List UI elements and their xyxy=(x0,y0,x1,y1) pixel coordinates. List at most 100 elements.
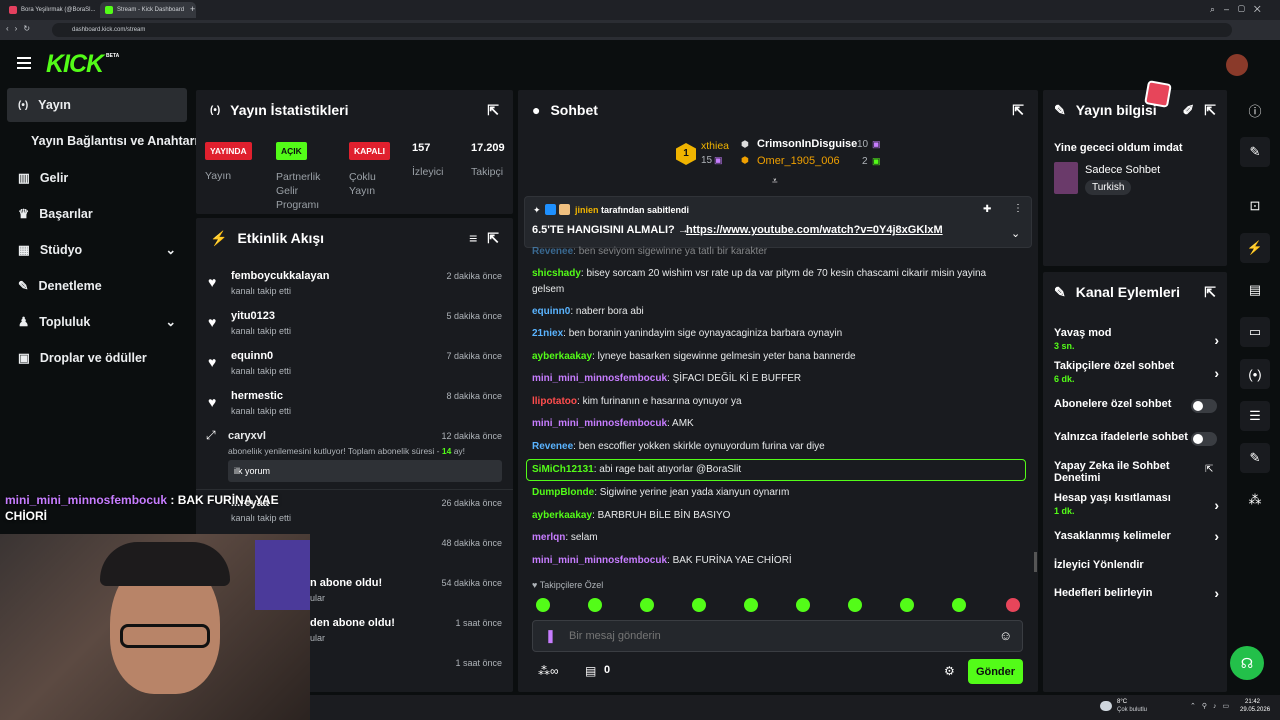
popout-icon[interactable]: ⇱ xyxy=(487,102,499,119)
chat-message[interactable]: llipotatoo: kim furinanın e hasarına oyn… xyxy=(532,393,1032,410)
chat-message[interactable]: mini_mini_minnosfembocuk: AMK xyxy=(532,415,1032,432)
chat-message[interactable]: ayberkaakay: BARBRUH BİLE BİN BASIYO xyxy=(532,507,1032,524)
emote-icon[interactable] xyxy=(536,598,550,612)
sidebar-item-yayin[interactable]: (•) Yayın xyxy=(18,98,71,112)
filter-icon[interactable]: ≡ xyxy=(469,230,477,246)
sidebar-item-stream-key[interactable]: Yayın Bağlantısı ve Anahtarı xyxy=(31,134,198,148)
broadcast-icon[interactable]: (•) xyxy=(1240,359,1270,389)
action-ai-moderation[interactable]: Yapay Zeka ile Sohbet Denetimi xyxy=(1054,460,1204,484)
emoji-icon[interactable]: ☺ xyxy=(999,628,1012,643)
chat-message[interactable]: merlqn: selam xyxy=(532,529,1032,546)
chevron-right-icon[interactable]: › xyxy=(1214,528,1219,544)
chevron-down-icon[interactable]: ⌄ xyxy=(166,242,176,257)
subs-only-toggle[interactable] xyxy=(1191,399,1217,413)
chevron-right-icon[interactable]: › xyxy=(1214,332,1219,348)
chat-message[interactable]: SiMiCh12131: abi rage bait atıyorlar @Bo… xyxy=(532,461,1032,478)
action-banned-words[interactable]: Yasaklanmış kelimeler › xyxy=(1054,528,1219,544)
chevron-down-icon[interactable]: ⌄ xyxy=(1011,227,1020,240)
lightning-icon[interactable]: ⚡ xyxy=(1240,233,1270,263)
sub-event[interactable]: ⤢ caryxvl 12 dakika önce aboneliık yenil… xyxy=(206,426,506,486)
nav-buttons-icon[interactable]: ‹›↻ xyxy=(6,24,36,33)
send-button[interactable]: Gönder xyxy=(968,659,1023,684)
chat-icon[interactable]: ▭ xyxy=(1240,317,1270,347)
category-name[interactable]: Sadece Sohbet xyxy=(1085,164,1160,176)
activity-event[interactable]: ♥ hermestic kanalı takip etti 8 dakika ö… xyxy=(206,386,506,426)
emote-icon[interactable] xyxy=(952,598,966,612)
chat-message[interactable]: mini_mini_minnosfembocuk: ŞİFACI DEĞİL K… xyxy=(532,370,1032,387)
chat-message[interactable]: ayberkaakay: lyneye basarken sigewinne g… xyxy=(532,348,1032,365)
emote-icon[interactable] xyxy=(796,598,810,612)
pinned-message[interactable]: ✦ jinien tarafından sabitlendi ✚ ⋮ 6.5'T… xyxy=(524,196,1032,248)
action-emotes-only[interactable]: Yalnızca ifadelerle sohbet xyxy=(1054,431,1219,446)
emote-icon[interactable] xyxy=(692,598,706,612)
sidebar-item-droplar[interactable]: ▣ Droplar ve ödüller xyxy=(18,350,147,366)
focus-icon[interactable]: ⊡ xyxy=(1240,191,1270,221)
emote-icon[interactable] xyxy=(1006,598,1020,612)
info-icon[interactable]: ⓘ xyxy=(1240,95,1270,125)
sidebar-item-gelir[interactable]: ▥ Gelir xyxy=(18,170,68,186)
action-raid[interactable]: İzleyici Yönlendir xyxy=(1054,559,1219,571)
chat-message[interactable]: Revenee: ben escoffier yokken skirkle oy… xyxy=(532,438,1032,455)
users-icon[interactable]: ⁂∞ xyxy=(538,664,559,678)
action-goals[interactable]: Hedefleri belirleyin › xyxy=(1054,585,1219,601)
sidebar-item-basarilar[interactable]: ♛ Başarılar xyxy=(18,206,93,222)
microphone-icon[interactable]: ❚ xyxy=(545,628,556,644)
category-thumbnail[interactable] xyxy=(1054,162,1078,194)
pinned-link[interactable]: https://www.youtube.com/watch?v=0Y4j8xGK… xyxy=(686,224,943,236)
action-subs-only[interactable]: Abonelere özel sohbet xyxy=(1054,398,1219,413)
top-gifter-name[interactable]: Omer_1905_006 xyxy=(757,155,840,167)
chat-message[interactable]: shicshady: bisey sorcam 20 wishim vsr ra… xyxy=(532,265,1032,282)
sidebar-item-denetleme[interactable]: ✎ Denetleme xyxy=(18,278,102,294)
avatar[interactable] xyxy=(1226,54,1248,76)
chat-message[interactable]: mini_mini_minnosfembocuk: BAK FURİNA YAE… xyxy=(532,552,1032,569)
emote-icon[interactable] xyxy=(900,598,914,612)
tray-icons[interactable]: ⌃⚲♪▭ xyxy=(1190,702,1235,710)
emote-icon[interactable] xyxy=(640,598,654,612)
kick-logo[interactable]: KICK xyxy=(46,50,104,79)
window-controls[interactable]: ⌕–▢✕ xyxy=(1210,4,1270,15)
menu-icon[interactable] xyxy=(17,57,31,69)
action-account-age[interactable]: Hesap yaşı kısıtlaması 1 dk. › xyxy=(1054,492,1219,516)
chat-message[interactable]: DumpBlonde: Sigiwine yerine jean yada xi… xyxy=(532,484,1032,501)
popout-icon[interactable]: ⇱ xyxy=(1012,102,1024,119)
chat-input-box[interactable]: ❚ ☺ xyxy=(532,620,1023,652)
emotes-only-toggle[interactable] xyxy=(1191,432,1217,446)
sidebar-item-topluluk[interactable]: ♟ Topluluk ⌄ xyxy=(18,314,176,330)
action-followers-only[interactable]: Takipçilere özel sohbet 6 dk. › xyxy=(1054,360,1219,384)
browser-tab-1[interactable]: Bora Yeşilırmak (@BoraSl... xyxy=(4,2,100,18)
url-field[interactable]: dashboard.kick.com/stream xyxy=(52,23,1232,37)
document-icon[interactable]: ▤ xyxy=(1240,275,1270,305)
scroll-arrow-icon[interactable]: ⩡ xyxy=(772,176,778,187)
browser-tab-2[interactable]: Stream - Kick Dashboard xyxy=(100,2,196,18)
popout-icon[interactable]: ⇱ xyxy=(1204,102,1216,119)
popout-icon[interactable]: ⇱ xyxy=(487,230,499,247)
external-link-icon[interactable]: ⇱ xyxy=(1205,464,1213,475)
chat-message[interactable]: gelsem xyxy=(532,281,1032,298)
wrench-icon[interactable]: ✎ xyxy=(1240,443,1270,473)
activity-event[interactable]: ♥ yitu0123 kanalı takip etti 5 dakika ön… xyxy=(206,306,506,346)
emote-icon[interactable] xyxy=(588,598,602,612)
new-tab-icon[interactable]: + xyxy=(190,4,195,14)
sidebar-item-studyo[interactable]: ▦ Stüdyo ⌄ xyxy=(18,242,176,258)
store-icon[interactable]: ▤ xyxy=(585,664,596,678)
support-button[interactable]: ☊ xyxy=(1230,646,1264,680)
pin-icon[interactable]: ✚ xyxy=(983,204,991,215)
chat-message[interactable]: equinn0: naberr bora abi xyxy=(532,303,1032,320)
chat-scrollbar[interactable] xyxy=(1034,552,1037,572)
emote-icon[interactable] xyxy=(744,598,758,612)
popout-icon[interactable]: ⇱ xyxy=(1204,284,1216,301)
top-gifter-name[interactable]: CrimsonInDisguise xyxy=(757,138,857,150)
chevron-right-icon[interactable]: › xyxy=(1214,365,1219,381)
action-slow-mode[interactable]: Yavaş mod 3 sn. › xyxy=(1054,327,1219,351)
chevron-right-icon[interactable]: › xyxy=(1214,497,1219,513)
chat-message[interactable]: Revenee: ben seviyom sigewinne ya tatlı … xyxy=(532,243,1032,260)
chat-input[interactable] xyxy=(569,627,989,645)
chevron-right-icon[interactable]: › xyxy=(1214,585,1219,601)
chevron-down-icon[interactable]: ⌄ xyxy=(166,314,176,329)
top-gifter-name[interactable]: xthiea xyxy=(701,140,729,152)
more-icon[interactable]: ⋮ xyxy=(1013,203,1023,214)
chat-message[interactable]: 21niex: ben boranin yanindayim sige oyna… xyxy=(532,325,1032,342)
edit-icon[interactable]: ✐ xyxy=(1183,102,1195,119)
activity-event[interactable]: ♥ equinn0 kanalı takip etti 7 dakika önc… xyxy=(206,346,506,386)
pencil-icon[interactable]: ✎ xyxy=(1240,137,1270,167)
